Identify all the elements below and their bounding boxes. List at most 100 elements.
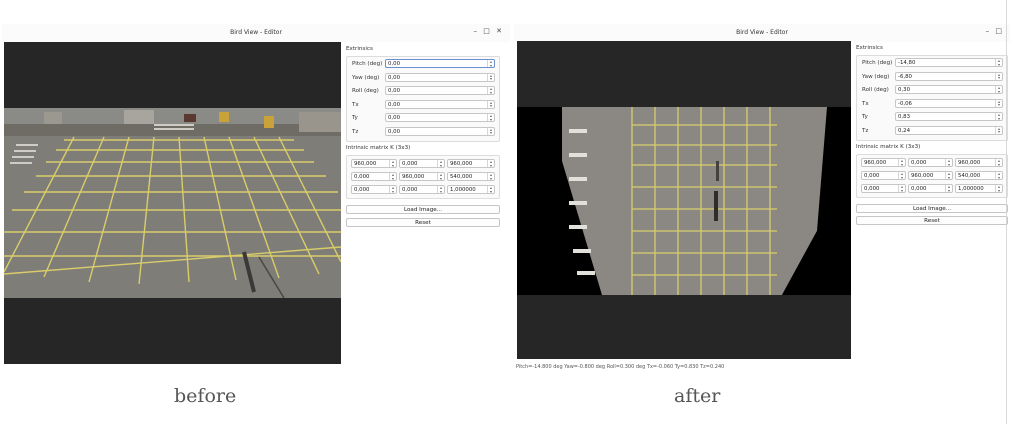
status-bar: Pitch=-14.800 deg Yaw=-0.800 deg Roll=0.… [516,364,725,370]
k-cell[interactable]: 1,000000 ▴ ▾ [955,184,1003,193]
k-cell[interactable]: 0,000 ▴ ▾ [351,185,397,194]
yaw-row: Yaw (deg) -6,80 ▴ ▾ [857,71,1007,83]
ty-row: Ty 0,00 ▴ ▾ [347,113,499,124]
k-cell[interactable]: 960,000 ▴ ▾ [908,171,953,180]
spin-arrows-icon[interactable]: ▴ ▾ [995,126,1002,134]
k-cell[interactable]: 0,000 ▴ ▾ [399,159,445,168]
k-cell[interactable]: 0,000 ▴ ▾ [861,171,906,180]
reset-button[interactable]: Reset [856,216,1008,225]
spin-arrows-icon[interactable]: ▴ ▾ [898,172,905,179]
spin-arrows-icon[interactable]: ▴ ▾ [487,114,494,121]
tx-spinbox[interactable]: -0,06 ▴ ▾ [895,98,1003,108]
spin-arrows-icon[interactable]: ▴ ▾ [437,186,444,193]
spin-arrows-icon[interactable]: ▴ ▾ [389,173,396,180]
k-cell[interactable]: 960,000 ▴ ▾ [399,172,445,181]
maximize-icon[interactable]: □ [483,27,492,35]
roll-spinbox[interactable]: 0,00 ▴ ▾ [385,86,495,95]
ty-label: Ty [862,114,868,120]
spin-arrows-icon[interactable]: ▴ ▾ [437,160,444,167]
yaw-spinbox[interactable]: -6,80 ▴ ▾ [895,71,1003,81]
window-title: Bird View - Editor [230,29,282,36]
k-cell[interactable]: 960,000 ▴ ▾ [351,159,397,168]
k-cell[interactable]: 1,000000 ▴ ▾ [447,185,495,194]
spin-arrows-icon[interactable]: ▴ ▾ [945,159,952,166]
spin-arrows-icon[interactable]: ▴ ▾ [898,159,905,166]
k-cell[interactable]: 0,000 ▴ ▾ [351,172,397,181]
tx-spinbox[interactable]: 0,00 ▴ ▾ [385,99,495,109]
spin-arrows-icon[interactable]: ▴ ▾ [995,172,1002,179]
spin-arrows-icon[interactable]: ▴ ▾ [995,159,1002,166]
spin-arrows-icon[interactable]: ▴ ▾ [487,60,494,67]
maximize-icon[interactable]: □ [995,27,1004,35]
before-caption: before [174,385,237,407]
spin-arrows-icon[interactable]: ▴ ▾ [389,160,396,167]
spin-arrows-icon[interactable]: ▴ ▾ [995,99,1002,107]
camera-image [4,108,341,299]
spin-arrows-icon[interactable]: ▴ ▾ [487,127,494,135]
after-window: Bird View - Editor – □ Extrinsics Pitch … [514,24,1010,372]
load-image-button[interactable]: Load Image... [346,205,500,214]
yaw-label: Yaw (deg) [862,73,890,80]
ty-spinbox[interactable]: 0,00 ▴ ▾ [385,113,495,122]
yaw-spinbox[interactable]: 0,00 ▴ ▾ [385,72,495,82]
minimize-icon[interactable]: – [474,27,480,35]
window-title: Bird View - Editor [736,29,788,36]
spin-arrows-icon[interactable]: ▴ ▾ [945,185,952,192]
reset-button[interactable]: Reset [346,218,500,227]
after-caption: after [674,385,721,407]
title-bar: Bird View - Editor – □ ✕ [2,24,510,42]
ty-spinbox[interactable]: 0,83 ▴ ▾ [895,112,1003,121]
title-bar: Bird View - Editor – □ [514,24,1010,42]
roll-label: Roll (deg) [862,87,889,93]
tz-label: Tz [352,128,359,135]
spin-arrows-icon[interactable]: ▴ ▾ [487,173,494,180]
k-cell[interactable]: 960,000 ▴ ▾ [861,158,906,167]
k-cell[interactable]: 540,000 ▴ ▾ [447,172,495,181]
roll-label: Roll (deg) [352,88,379,94]
spin-arrows-icon[interactable]: ▴ ▾ [898,185,905,192]
spin-arrows-icon[interactable]: ▴ ▾ [487,160,494,167]
spin-arrows-icon[interactable]: ▴ ▾ [487,186,494,193]
spin-arrows-icon[interactable]: ▴ ▾ [995,72,1002,80]
k-cell[interactable]: 960,000 ▴ ▾ [955,158,1003,167]
spin-arrows-icon[interactable]: ▴ ▾ [487,87,494,94]
tz-row: Tz 0,24 ▴ ▾ [857,125,1007,137]
intrinsics-group: 960,000 ▴ ▾ 0,000 ▴ ▾ 960,000 ▴ ▾ 0,000 ▴ ▾ 960,… [346,155,500,199]
spin-arrows-icon[interactable]: ▴ ▾ [487,73,494,81]
k-cell[interactable]: 0,000 ▴ ▾ [908,158,953,167]
spin-arrows-icon[interactable]: ▴ ▾ [995,113,1002,120]
tx-label: Tx [862,100,869,107]
pitch-spinbox[interactable]: -14,80 ▴ ▾ [895,58,1003,67]
ty-row: Ty 0,83 ▴ ▾ [857,112,1007,123]
pitch-label: Pitch (deg) [862,60,893,66]
pitch-row: Pitch (deg) 0,00 ▴ ▾ [347,59,499,70]
k-cell[interactable]: 0,000 ▴ ▾ [399,185,445,194]
yaw-row: Yaw (deg) 0,00 ▴ ▾ [347,72,499,84]
tz-spinbox[interactable]: 0,24 ▴ ▾ [895,125,1003,135]
load-image-button[interactable]: Load Image... [856,204,1008,213]
roll-spinbox[interactable]: 0,30 ▴ ▾ [895,85,1003,94]
extrinsics-title: Extrinsics [856,45,883,51]
spin-arrows-icon[interactable]: ▴ ▾ [487,100,494,108]
spin-arrows-icon[interactable]: ▴ ▾ [945,172,952,179]
ty-label: Ty [352,115,358,121]
pitch-spinbox[interactable]: 0,00 ▴ ▾ [385,59,495,68]
k-cell[interactable]: 0,000 ▴ ▾ [908,184,953,193]
intrinsics-group: 960,000 ▴ ▾ 0,000 ▴ ▾ 960,000 ▴ ▾ 0,000 ▴ ▾ 960,… [856,154,1008,198]
extrinsics-group: Pitch (deg) -14,80 ▴ ▾ Yaw (deg) -6,80 ▴ ▾… [856,55,1008,141]
tz-spinbox[interactable]: 0,00 ▴ ▾ [385,126,495,136]
minimize-icon[interactable]: – [986,27,992,35]
spin-arrows-icon[interactable]: ▴ ▾ [437,173,444,180]
close-icon[interactable]: ✕ [496,27,504,35]
k-cell[interactable]: 540,000 ▴ ▾ [955,171,1003,180]
spin-arrows-icon[interactable]: ▴ ▾ [995,185,1002,192]
image-viewport [517,41,851,359]
k-cell[interactable]: 0,000 ▴ ▾ [861,184,906,193]
spin-arrows-icon[interactable]: ▴ ▾ [995,59,1002,66]
before-window: Bird View - Editor – □ ✕ Extrinsics Pitc… [2,24,510,370]
spin-arrows-icon[interactable]: ▴ ▾ [995,86,1002,93]
extrinsics-title: Extrinsics [346,46,373,52]
spin-arrows-icon[interactable]: ▴ ▾ [389,186,396,193]
tx-row: Tx -0,06 ▴ ▾ [857,98,1007,110]
k-cell[interactable]: 960,000 ▴ ▾ [447,159,495,168]
